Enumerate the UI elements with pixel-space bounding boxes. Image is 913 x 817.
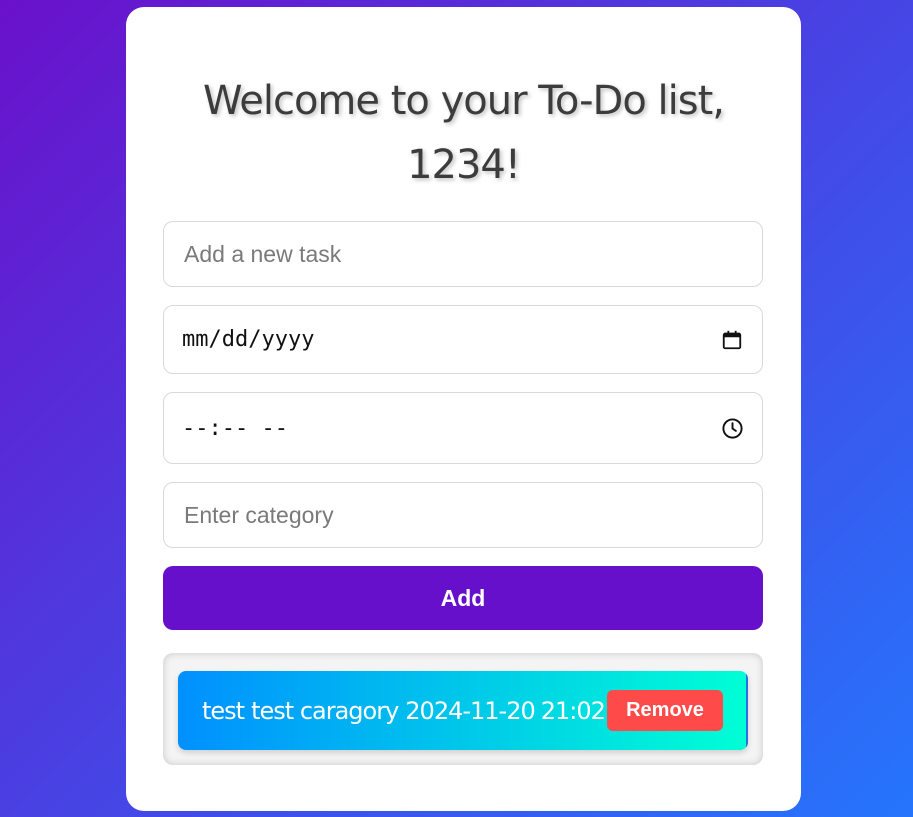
task-input[interactable] <box>182 239 744 269</box>
task-date: 2024-11-20 <box>405 696 535 725</box>
task-text: test test caragory 2024-11-20 21:02 <box>202 696 606 725</box>
category-input-field[interactable] <box>163 482 763 548</box>
date-input[interactable]: mm/dd/yyyy <box>182 327 720 352</box>
title-line-2: 1234! <box>407 142 521 188</box>
title-line-1: Welcome to your To-Do list, <box>203 78 725 124</box>
add-button[interactable]: Add <box>163 566 763 630</box>
calendar-icon[interactable] <box>720 328 744 352</box>
time-input[interactable]: --:-- -- <box>182 416 720 441</box>
task-edge <box>746 671 748 750</box>
task-input-field[interactable] <box>163 221 763 287</box>
task-name: test <box>202 696 245 725</box>
time-input-field[interactable]: --:-- -- <box>163 392 763 464</box>
todo-card: Welcome to your To-Do list, 1234! mm/dd/… <box>126 7 801 811</box>
page-title: Welcome to your To-Do list, 1234! <box>126 69 801 197</box>
clock-icon[interactable] <box>720 416 744 440</box>
remove-button[interactable]: Remove <box>607 690 723 731</box>
task-time: 21:02 <box>540 696 606 725</box>
task-item: test test caragory 2024-11-20 21:02 Remove <box>178 671 748 750</box>
task-list: test test caragory 2024-11-20 21:02 Remove <box>163 653 763 765</box>
task-category: test caragory <box>251 696 399 725</box>
category-input[interactable] <box>182 500 744 530</box>
date-input-field[interactable]: mm/dd/yyyy <box>163 305 763 374</box>
